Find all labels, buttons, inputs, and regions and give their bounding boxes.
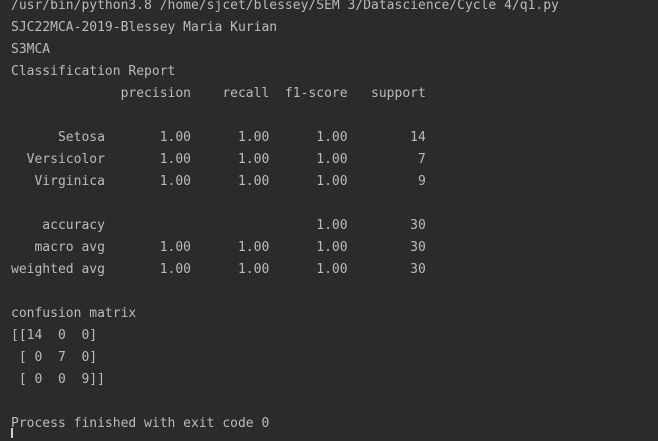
report-header-line: precision recall f1-score support: [11, 86, 426, 101]
report-row-virginica: Virginica 1.00 1.00 1.00 9: [11, 174, 426, 189]
confusion-matrix-row-3: [ 0 0 9]]: [11, 372, 105, 387]
class-line: S3MCA: [11, 42, 51, 57]
report-title-line: Classification Report: [11, 64, 176, 79]
process-exit-line: Process finished with exit code 0: [11, 416, 270, 431]
command-line: /usr/bin/python3.8 /home/sjcet/blessey/S…: [11, 0, 559, 13]
report-row-versicolor: Versicolor 1.00 1.00 1.00 7: [11, 152, 426, 167]
confusion-matrix-row-2: [ 0 7 0]: [11, 350, 98, 365]
report-row-weighted-avg: weighted avg 1.00 1.00 1.00 30: [11, 262, 426, 277]
run-console-output[interactable]: /usr/bin/python3.8 /home/sjcet/blessey/S…: [0, 0, 658, 438]
report-row-setosa: Setosa 1.00 1.00 1.00 14: [11, 130, 426, 145]
report-row-accuracy: accuracy 1.00 30: [11, 218, 426, 233]
report-row-macro-avg: macro avg 1.00 1.00 1.00 30: [11, 240, 426, 255]
confusion-matrix-title: confusion matrix: [11, 306, 137, 321]
student-id-line: SJC22MCA-2019-Blessey Maria Kurian: [11, 20, 278, 35]
confusion-matrix-row-1: [[14 0 0]: [11, 328, 98, 343]
text-caret: [11, 428, 13, 438]
